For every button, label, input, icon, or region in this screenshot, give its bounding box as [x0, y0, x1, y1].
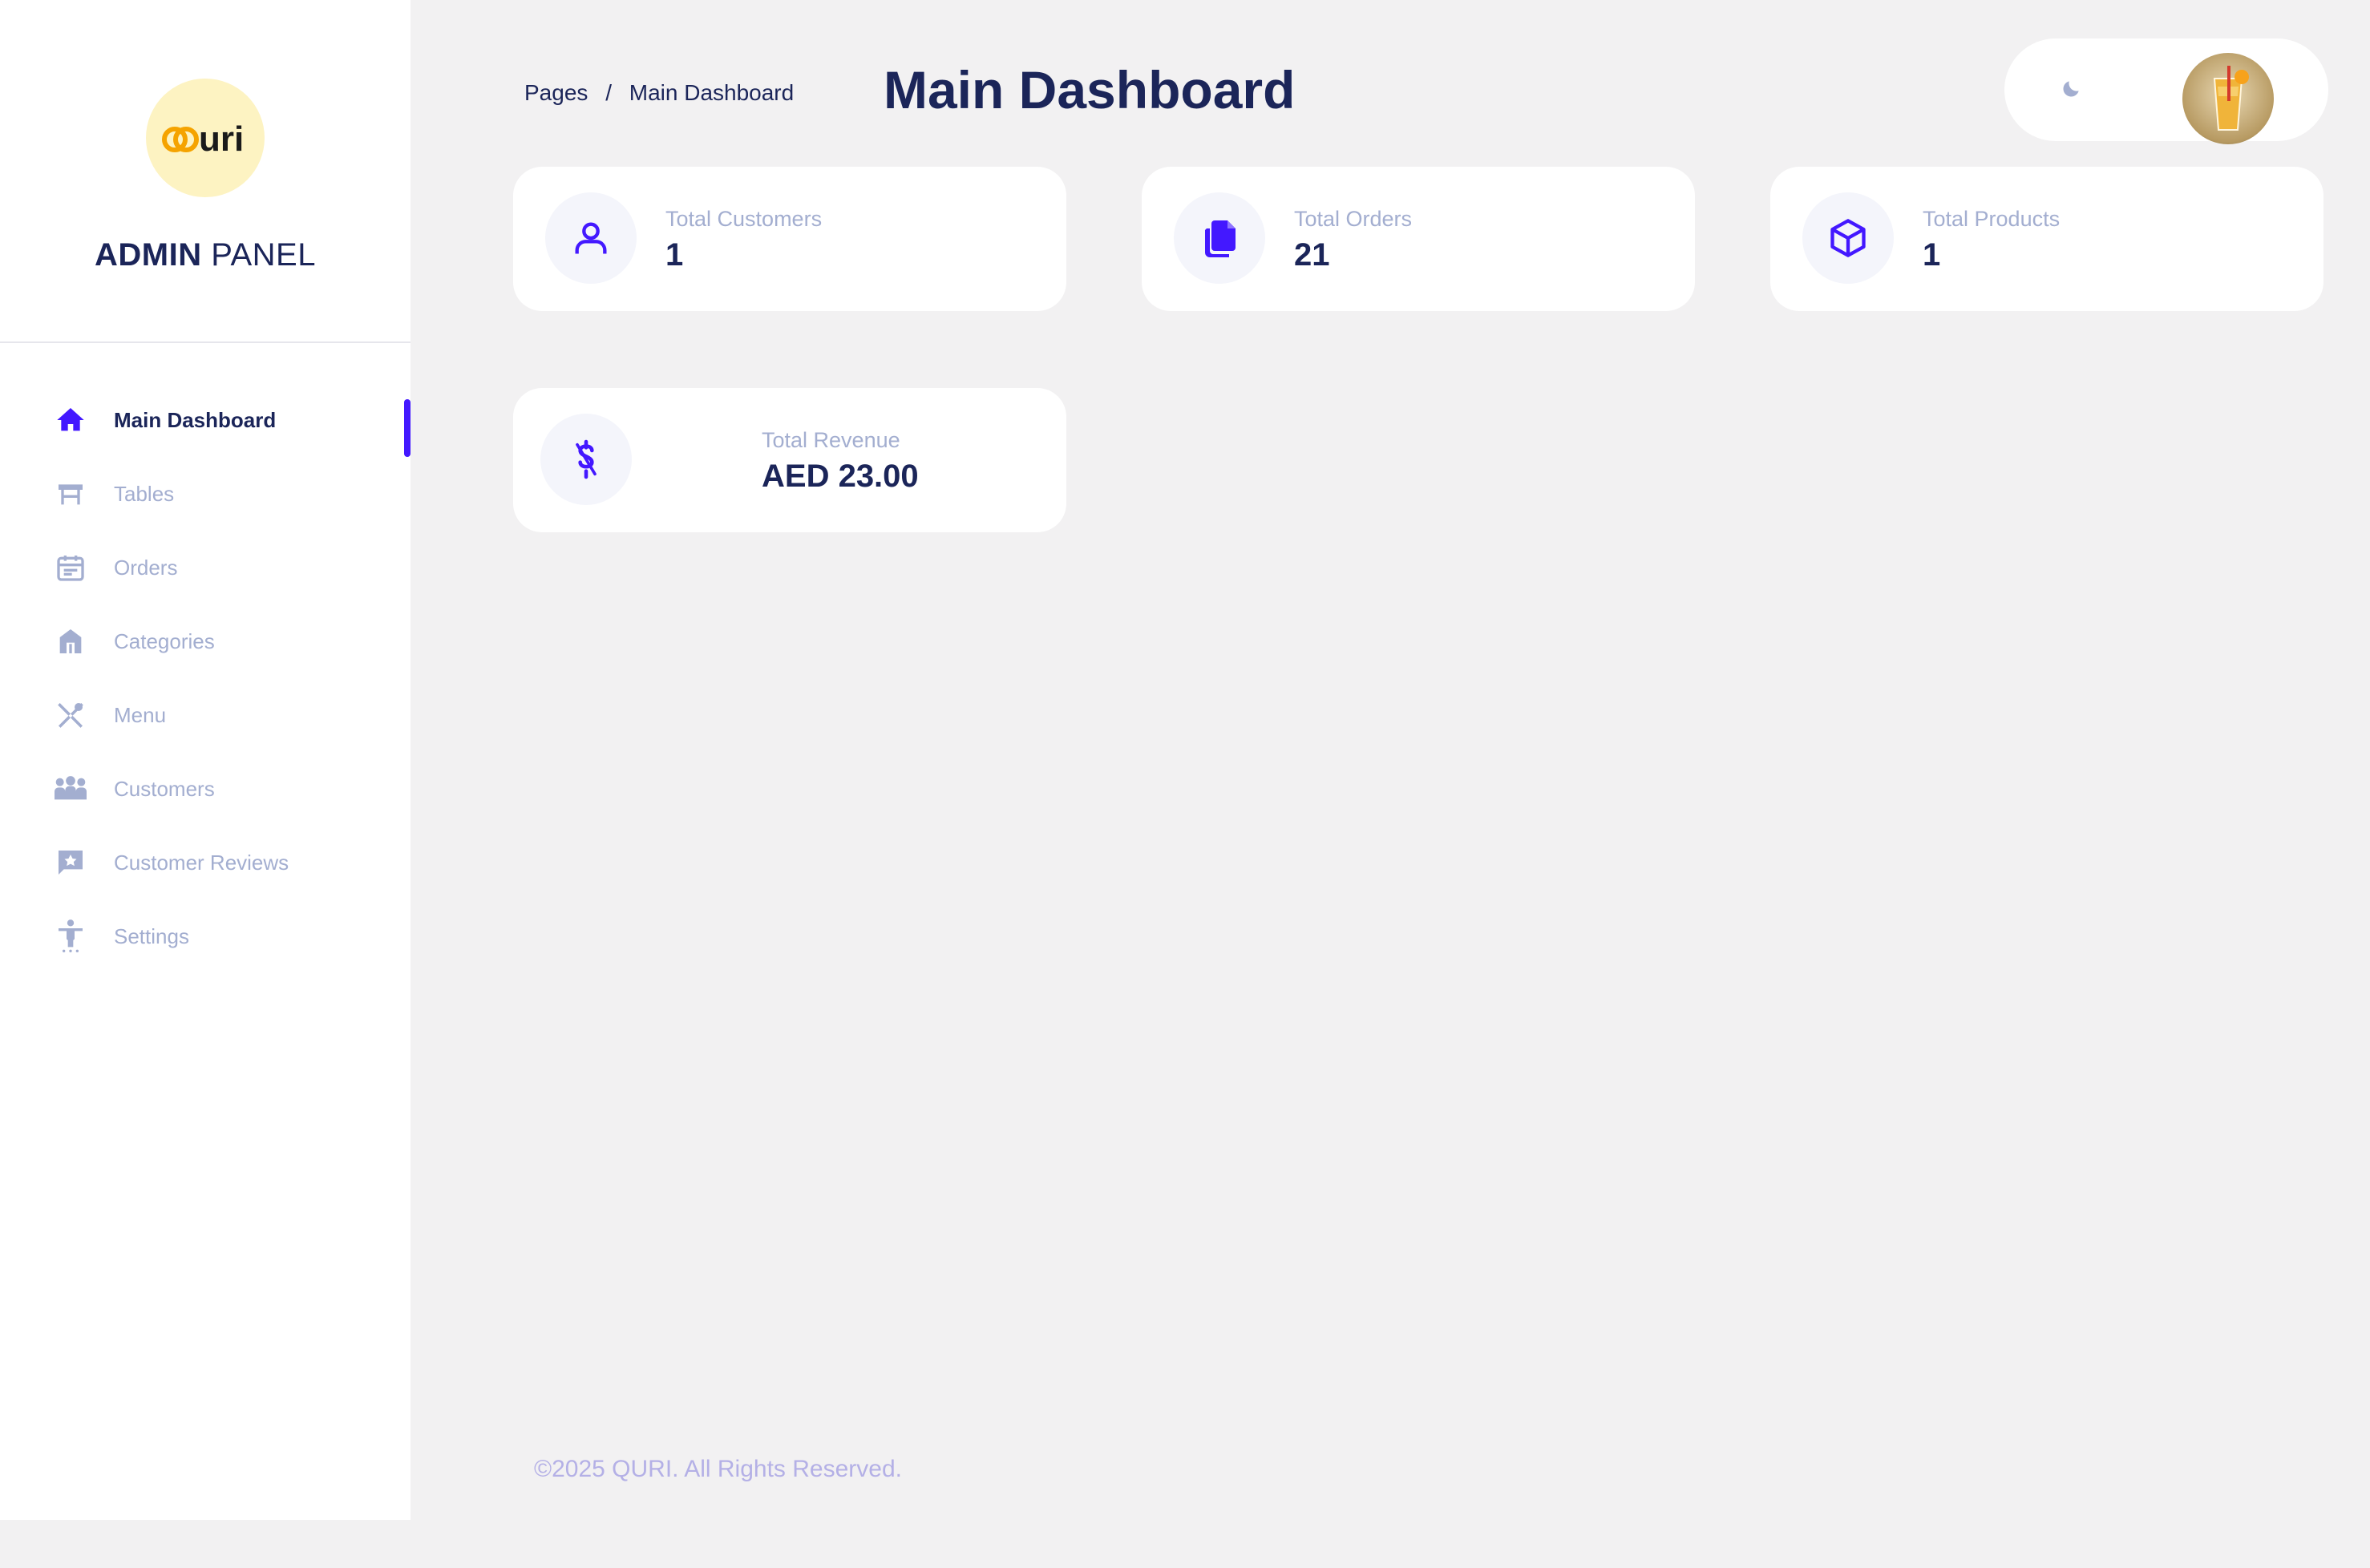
dollar-icon	[540, 414, 632, 505]
breadcrumb: Pages / Main Dashboard	[524, 80, 794, 106]
stat-value: 1	[665, 237, 684, 273]
stat-value: AED 23.00	[762, 459, 919, 494]
sidebar-item-label: Settings	[114, 923, 189, 948]
breadcrumb-separator: /	[605, 80, 612, 105]
stat-label: Total Revenue	[762, 428, 900, 452]
stat-card-total-products: Total Products 1	[1770, 167, 2323, 311]
topbar	[2004, 38, 2328, 144]
sidebar-item-settings[interactable]: Settings	[0, 899, 411, 973]
sidebar-item-categories[interactable]: Categories	[0, 604, 411, 678]
stat-value: 1	[1923, 237, 1941, 273]
brand-title-bold: ADMIN	[95, 237, 202, 273]
utensils-icon	[53, 697, 88, 733]
stat-label: Total Products	[1923, 207, 2061, 231]
sidebar-item-customers[interactable]: Customers	[0, 752, 411, 826]
sidebar-item-label: Tables	[114, 481, 175, 506]
admin-panel-title: ADMIN PANEL	[95, 237, 316, 273]
review-icon	[53, 845, 88, 880]
user-icon	[545, 192, 637, 284]
sidebar-item-main-dashboard[interactable]: Main Dashboard	[0, 383, 411, 457]
sidebar-item-label: Orders	[114, 555, 178, 580]
sidebar-item-label: Customer Reviews	[114, 850, 289, 875]
stat-card-total-orders: Total Orders 21	[1142, 167, 1695, 311]
breadcrumb-current[interactable]: Main Dashboard	[629, 80, 794, 105]
calendar-icon	[53, 550, 88, 585]
sidebar-item-tables[interactable]: Tables	[0, 457, 411, 531]
page-title: Main Dashboard	[884, 60, 1296, 119]
people-icon	[53, 771, 88, 806]
stat-label: Total Customers	[665, 207, 823, 231]
brand-area: uri ADMIN PANEL	[0, 0, 411, 343]
sidebar-item-label: Categories	[114, 628, 215, 653]
sidebar-item-customer-reviews[interactable]: Customer Reviews	[0, 826, 411, 899]
sidebar: uri ADMIN PANEL Main Dashboard Tables Or…	[0, 0, 411, 1520]
table-icon	[53, 476, 88, 511]
drink-avatar	[2213, 66, 2249, 131]
cube-icon	[1802, 192, 1894, 284]
sidebar-item-label: Customers	[114, 776, 215, 801]
sidebar-nav: Main Dashboard Tables Orders Categories …	[0, 383, 411, 973]
app-logo[interactable]: uri	[146, 79, 265, 197]
stat-card-total-customers: Total Customers 1	[513, 167, 1066, 311]
stat-card-total-revenue: Total Revenue AED 23.00	[513, 388, 1066, 532]
sidebar-item-label: Menu	[114, 702, 167, 727]
sidebar-item-label: Main Dashboard	[114, 407, 277, 432]
moon-icon	[2061, 78, 2082, 103]
accessibility-icon	[53, 919, 88, 954]
avatar[interactable]	[2182, 53, 2274, 144]
documents-icon	[1174, 192, 1265, 284]
theme-toggle-button[interactable]	[2056, 74, 2088, 106]
sidebar-item-menu[interactable]: Menu	[0, 678, 411, 752]
brand-title-rest: PANEL	[211, 237, 316, 273]
store-icon	[53, 624, 88, 659]
footer-copyright: ©2025 QURI. All Rights Reserved.	[534, 1456, 902, 1482]
home-icon	[53, 402, 88, 438]
stat-label: Total Orders	[1294, 207, 1413, 231]
breadcrumb-root[interactable]: Pages	[524, 80, 588, 105]
main-content: Pages / Main Dashboard Main Dashboard To…	[411, 0, 2370, 1568]
sidebar-item-orders[interactable]: Orders	[0, 531, 411, 604]
svg-text:uri: uri	[199, 119, 244, 159]
stat-value: 21	[1294, 237, 1330, 273]
